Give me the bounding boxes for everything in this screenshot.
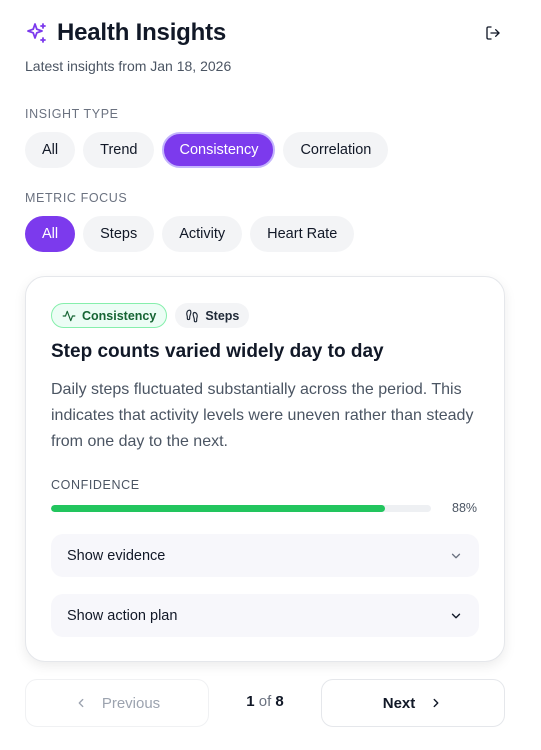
badge-label: Consistency [82,308,157,323]
insight-type-chip-all[interactable]: All [25,132,76,168]
accordion-label: Show evidence [67,547,166,564]
insight-type-chip-consistency[interactable]: Consistency [162,132,276,168]
chevron-left-icon [74,696,88,710]
insight-badges: Consistency Steps [51,303,250,328]
previous-button[interactable]: Previous [25,679,209,727]
confidence-value: 88% [452,501,478,515]
metric-chip-all[interactable]: All [25,216,76,252]
confidence-bar-fill [51,505,386,512]
metric-chip-steps[interactable]: Steps [83,216,155,252]
insight-type-label: INSIGHT TYPE [25,107,119,121]
chevron-down-icon [449,609,463,623]
next-button[interactable]: Next [321,679,505,727]
page-of-text: of [258,693,272,710]
show-evidence-toggle[interactable]: Show evidence [51,534,479,577]
page-indicator: 1 of 8 [209,693,321,710]
page-subtitle: Latest insights from Jan 18, 2026 [25,58,232,74]
steps-badge: Steps [175,303,250,328]
activity-pulse-icon [62,309,76,323]
footprints-icon [185,309,199,323]
page-title: Health Insights [57,19,227,46]
logout-icon[interactable] [481,21,505,45]
confidence-label: CONFIDENCE [51,478,140,492]
next-label: Next [382,694,416,712]
previous-label: Previous [101,694,161,712]
insight-title: Step counts varied widely day to day [51,341,384,362]
insight-type-chip-trend[interactable]: Trend [83,132,155,168]
metric-focus-label: METRIC FOCUS [25,191,128,205]
sparkles-icon [25,21,49,45]
total-pages: 8 [275,693,284,710]
insight-type-filter: All Trend Consistency Correlation [25,132,389,168]
health-insights-app: Health Insights Latest insights from Jan… [0,0,541,750]
insight-description: Daily steps fluctuated substantially acr… [51,381,474,450]
metric-focus-filter: All Steps Activity Heart Rate [25,216,355,252]
current-page: 1 [246,693,255,710]
insight-card: Consistency Steps Step counts varied wid… [25,276,505,662]
insight-type-chip-correlation[interactable]: Correlation [283,132,389,168]
metric-chip-activity[interactable]: Activity [162,216,243,252]
consistency-badge: Consistency [51,303,168,328]
show-action-plan-toggle[interactable]: Show action plan [51,594,479,637]
metric-chip-heart-rate[interactable]: Heart Rate [250,216,355,252]
header: Health Insights [25,18,505,48]
confidence-bar [51,505,431,512]
badge-label: Steps [205,308,240,323]
chevron-down-icon [449,549,463,563]
pagination: Previous 1 of 8 Next [25,679,505,727]
chevron-right-icon [429,696,443,710]
accordion-label: Show action plan [67,607,178,624]
